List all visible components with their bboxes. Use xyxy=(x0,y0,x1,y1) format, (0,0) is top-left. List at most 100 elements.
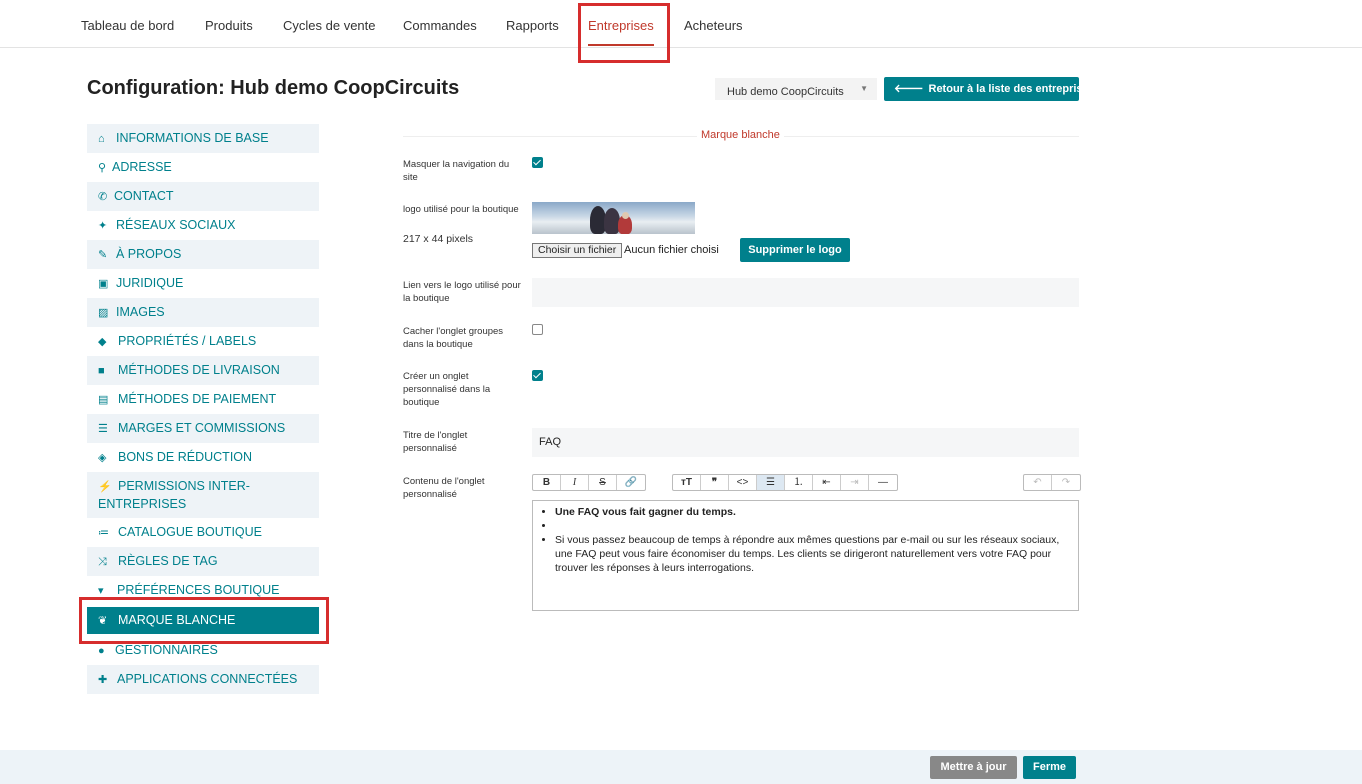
sidebar-item-permissions-inter-entreprises[interactable]: ⚡ PERMISSIONS INTER-ENTREPRISES xyxy=(87,472,319,518)
hide-nav-checkbox[interactable] xyxy=(532,157,543,168)
sidebar-item-methodes-de-paiement[interactable]: ▤ MÉTHODES DE PAIEMENT xyxy=(87,385,319,414)
logo-link-label: Lien vers le logo utilisé pour la boutiq… xyxy=(403,280,521,304)
sidebar-item-label: CONTACT xyxy=(114,189,174,203)
tab-title-input[interactable]: FAQ xyxy=(532,428,1079,457)
link-icon[interactable]: 🔗 xyxy=(617,475,645,490)
nav-entreprises-label: Entreprises xyxy=(588,18,654,33)
sidebar-item-gestionnaires[interactable]: ● GESTIONNAIRES xyxy=(87,636,319,665)
indent-icon[interactable]: ⇥ xyxy=(841,475,869,490)
sidebar-item-label: IMAGES xyxy=(116,305,165,319)
sidebar-item-preferences-boutique[interactable]: ▾ PRÉFÉRENCES BOUTIQUE xyxy=(87,576,319,605)
sidebar-item-label: APPLICATIONS CONNECTÉES xyxy=(117,672,298,686)
sidebar-item-a-propos[interactable]: ✎ À PROPOS xyxy=(87,240,319,269)
bottom-action-bar: Mettre à jour Ferme xyxy=(0,750,1362,784)
code-icon[interactable]: <> xyxy=(729,475,757,490)
phone-icon: ✆ xyxy=(98,191,108,203)
top-navigation: Tableau de bord Produits Cycles de vente… xyxy=(0,0,1362,48)
sidebar-item-label: PRÉFÉRENCES BOUTIQUE xyxy=(117,583,280,597)
truck-icon: ■ xyxy=(98,365,105,377)
logo-size-hint: 217 x 44 pixels xyxy=(403,233,474,245)
sidebar-item-label: ADRESSE xyxy=(112,160,172,174)
nav-acheteurs[interactable]: Acheteurs xyxy=(684,0,743,48)
sidebar-item-applications-connectees[interactable]: ✚ APPLICATIONS CONNECTÉES xyxy=(87,665,319,694)
close-button[interactable]: Ferme xyxy=(1023,756,1076,779)
hide-groups-checkbox[interactable] xyxy=(532,324,543,335)
delete-logo-button[interactable]: Supprimer le logo xyxy=(740,238,850,262)
logo-preview-image xyxy=(532,202,695,234)
toolbar-block-group: ᴛT ❞ <> ☰ ⒈ ⇤ ⇥ — xyxy=(672,474,898,491)
briefcase-icon: ▣ xyxy=(98,278,109,290)
sidebar-item-juridique[interactable]: ▣ JURIDIQUE xyxy=(87,269,319,298)
sidebar-item-reseaux-sociaux[interactable]: ✦ RÉSEAUX SOCIAUX xyxy=(87,211,319,240)
outdent-icon[interactable]: ⇤ xyxy=(813,475,841,490)
hide-groups-label: Cacher l'onglet groupes dans la boutique xyxy=(403,326,504,350)
bold-icon[interactable]: B xyxy=(533,475,561,490)
tab-title-label: Titre de l'onglet personnalisé xyxy=(403,430,468,454)
list-item: Si vous passez beaucoup de temps à répon… xyxy=(555,533,1070,575)
back-to-list-button[interactable]: 🡐 Retour à la liste des entreprises xyxy=(884,77,1095,101)
arrow-left-icon: 🡐 xyxy=(894,83,924,95)
cart-icon: ▾ xyxy=(98,585,104,597)
custom-tab-checkbox[interactable] xyxy=(532,370,543,381)
sidebar-item-label: JURIDIQUE xyxy=(116,276,184,290)
numbered-list-icon[interactable]: ⒈ xyxy=(785,475,813,490)
sidebar-item-label: RÈGLES DE TAG xyxy=(118,554,218,568)
user-icon: ● xyxy=(98,645,105,657)
enterprise-select[interactable]: Hub demo CoopCircuits ▼ xyxy=(715,78,877,100)
quote-icon[interactable]: ❞ xyxy=(701,475,729,490)
sidebar-item-label: RÉSEAUX SOCIAUX xyxy=(116,218,236,232)
logo-link-input[interactable] xyxy=(532,278,1079,307)
sidebar-item-label: PERMISSIONS INTER-ENTREPRISES xyxy=(98,479,250,511)
sidebar-item-regles-de-tag[interactable]: ⤨ RÈGLES DE TAG xyxy=(87,547,319,576)
puzzle-icon: ✚ xyxy=(98,674,108,686)
back-to-list-label: Retour à la liste des entreprises xyxy=(928,83,1095,95)
undo-icon[interactable]: ↶ xyxy=(1024,475,1052,490)
redo-icon[interactable]: ↷ xyxy=(1052,475,1080,490)
sidebar-item-label: CATALOGUE BOUTIQUE xyxy=(118,525,263,539)
sidebar-item-images[interactable]: ▨ IMAGES xyxy=(87,298,319,327)
home-icon: ⌂ xyxy=(98,133,105,145)
nav-entreprises[interactable]: Entreprises xyxy=(588,0,654,48)
tab-content-label: Contenu de l'onglet personnalisé xyxy=(403,476,485,500)
nav-rapports[interactable]: Rapports xyxy=(506,0,559,48)
sidebar-item-label: MARGES ET COMMISSIONS xyxy=(118,421,286,435)
nav-tableau-de-bord[interactable]: Tableau de bord xyxy=(81,0,174,48)
sidebar-item-proprietes-labels[interactable]: ◆ PROPRIÉTÉS / LABELS xyxy=(87,327,319,356)
sidebar-item-bons-de-reduction[interactable]: ◈ BONS DE RÉDUCTION xyxy=(87,443,319,472)
heading-icon[interactable]: ᴛT xyxy=(673,475,701,490)
toolbar-format-group: B I S 🔗 xyxy=(532,474,646,491)
strikethrough-icon[interactable]: S xyxy=(589,475,617,490)
sidebar-item-label: INFORMATIONS DE BASE xyxy=(116,131,269,145)
bullet-list-icon[interactable]: ☰ xyxy=(757,475,785,490)
sidebar-item-label: MÉTHODES DE LIVRAISON xyxy=(118,363,280,377)
nav-cycles-de-vente[interactable]: Cycles de vente xyxy=(283,0,376,48)
list-ul-icon: ≔ xyxy=(98,527,109,539)
list-item: Une FAQ vous fait gagner du temps. xyxy=(555,505,1070,519)
nav-produits[interactable]: Produits xyxy=(205,0,253,48)
leaf-icon: ❦ xyxy=(98,615,108,627)
italic-icon[interactable]: I xyxy=(561,475,589,490)
sidebar-item-marque-blanche[interactable]: ❦ MARQUE BLANCHE xyxy=(87,607,319,634)
nav-commandes[interactable]: Commandes xyxy=(403,0,477,48)
sidebar-item-methodes-de-livraison[interactable]: ■ MÉTHODES DE LIVRAISON xyxy=(87,356,319,385)
money-icon: ▤ xyxy=(98,394,109,406)
list-icon: ☰ xyxy=(98,423,108,435)
horizontal-rule-icon[interactable]: — xyxy=(869,475,897,490)
choose-file-button[interactable]: Choisir un fichier xyxy=(532,243,623,258)
sidebar-item-informations-de-base[interactable]: ⌂ INFORMATIONS DE BASE xyxy=(87,124,319,153)
plug-icon: ⚡ xyxy=(98,481,112,493)
sidebar-item-label: MARQUE BLANCHE xyxy=(118,613,236,627)
map-marker-icon: ⚲ xyxy=(98,162,107,174)
sidebar-item-marges-et-commissions[interactable]: ☰ MARGES ET COMMISSIONS xyxy=(87,414,319,443)
random-icon: ⤨ xyxy=(98,556,107,568)
enterprise-select-value: Hub demo CoopCircuits xyxy=(727,86,844,98)
tags-icon: ◆ xyxy=(98,336,107,348)
sidebar-item-adresse[interactable]: ⚲ ADRESSE xyxy=(87,153,319,182)
update-button[interactable]: Mettre à jour xyxy=(930,756,1017,779)
sidebar-item-catalogue-boutique[interactable]: ≔ CATALOGUE BOUTIQUE xyxy=(87,518,319,547)
sidebar-item-label: MÉTHODES DE PAIEMENT xyxy=(118,392,277,406)
caret-down-icon: ▼ xyxy=(860,84,868,93)
active-underline xyxy=(588,44,654,46)
tab-content-editor[interactable]: Une FAQ vous fait gagner du temps. Si vo… xyxy=(532,500,1079,611)
sidebar-item-contact[interactable]: ✆ CONTACT xyxy=(87,182,319,211)
